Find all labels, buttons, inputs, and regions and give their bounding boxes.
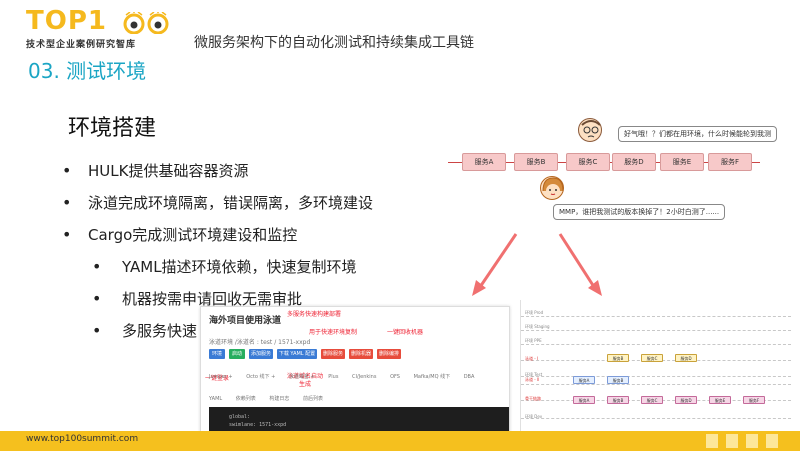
tab-dba[interactable]: DBA bbox=[464, 374, 475, 380]
swimlane-service-box: 服务D bbox=[675, 354, 697, 362]
delete-service-button[interactable]: 删除服务 bbox=[321, 349, 345, 359]
annotation-note: 一键回收机器 bbox=[387, 329, 424, 336]
lane-line bbox=[521, 418, 791, 419]
tab-jumper[interactable]: Jumper + bbox=[209, 374, 233, 380]
code-line: global: bbox=[229, 414, 251, 420]
page-header-title: 微服务架构下的自动化测试和持续集成工具链 bbox=[194, 35, 474, 51]
speech-bubble-bottom: MMP，谁把我测试的版本换掉了！2小时白测了...... bbox=[553, 204, 726, 220]
speech-bubble-top: 好气哦！？们都在用环境，什么时候能轮到我测 bbox=[618, 126, 777, 142]
lane-label: 环境 Prod bbox=[525, 310, 544, 315]
panel-title: 海外项目使用泳道 bbox=[209, 316, 282, 326]
service-box: 服务B bbox=[514, 153, 558, 171]
lane-label: 泳道 - II bbox=[525, 377, 540, 382]
delete-machine-button[interactable]: 删除机器 bbox=[349, 349, 373, 359]
swimlane-service-box: 服务A bbox=[573, 376, 595, 384]
lane-label: 环境 Dev bbox=[525, 414, 543, 419]
swimlane-service-box: 服务E bbox=[709, 396, 731, 404]
panel-subtitle: 泳道环境 /泳道名 : test / 1571-xxpd bbox=[209, 339, 311, 346]
tab-ofs[interactable]: OFS bbox=[390, 374, 400, 380]
lane-line bbox=[521, 376, 791, 377]
delete-orchestration-button[interactable]: 删除编排 bbox=[377, 349, 401, 359]
tab-build-log[interactable]: 构建日志 bbox=[269, 395, 289, 402]
tab-mafka[interactable]: Mafka/MQ 线下 bbox=[414, 373, 451, 380]
swimlane-service-box: 服务A bbox=[573, 396, 595, 404]
avatar-woman bbox=[540, 176, 564, 200]
tab-ci-jenkins[interactable]: CI/Jenkins bbox=[352, 374, 376, 380]
download-yaml-button[interactable]: 下载 YAML 配置 bbox=[277, 349, 317, 359]
swimlane-console-screenshot: 海外项目使用泳道 泳道环境 /泳道名 : test / 1571-xxpd 多服… bbox=[200, 306, 510, 436]
swimlane-service-box: 服务C bbox=[641, 354, 663, 362]
lane-label: 骨干链路 bbox=[525, 396, 541, 401]
code-line: swimlane: 1571-xxpd bbox=[229, 422, 287, 428]
annotation-note: 多服务快速构建部署 bbox=[287, 311, 342, 318]
tab-yaml[interactable]: YAML bbox=[209, 396, 222, 402]
service-box: 服务E bbox=[660, 153, 704, 171]
tab-dependencies[interactable]: 依赖列表 bbox=[236, 395, 256, 402]
footer-url[interactable]: www.top100summit.com bbox=[26, 434, 138, 444]
bullet-item: HULK提供基础容器资源 bbox=[62, 160, 482, 192]
panel-subtab-bar: YAML 依赖列表 构建日志 前后列表 bbox=[209, 395, 335, 402]
swimlane-service-box: 服务B bbox=[607, 396, 629, 404]
service-flow: 服务A 服务B 服务C 服务D 服务E 服务F bbox=[448, 150, 768, 175]
start-button[interactable]: 启动 bbox=[229, 349, 245, 359]
lane-line bbox=[521, 344, 791, 345]
lane-line bbox=[521, 316, 791, 317]
logo-subtitle: 技术型企业案例研究智库 bbox=[26, 40, 137, 50]
lane-line bbox=[521, 384, 791, 385]
lane-label: 环境 Staging bbox=[525, 324, 550, 329]
service-box: 服务F bbox=[708, 153, 752, 171]
env-button[interactable]: 环境 bbox=[209, 349, 225, 359]
red-arrow-right-icon bbox=[558, 233, 602, 296]
section-title: 03. 测试环境 bbox=[28, 59, 147, 83]
add-service-button[interactable]: 添加服务 bbox=[249, 349, 273, 359]
brand-logo: TOP1 技术型企业案例研究智库 bbox=[26, 8, 169, 52]
swimlane-diagram-screenshot: 环境 Prod 环境 Staging 环境 PPE 泳道 - I 环境 Test… bbox=[520, 300, 798, 440]
main-heading: 环境搭建 bbox=[68, 116, 157, 141]
logo-eyes-icon bbox=[123, 12, 169, 34]
avatar-man bbox=[578, 118, 602, 142]
footer-bar: www.top100summit.com bbox=[0, 431, 800, 451]
swimlane-service-box: 服务B bbox=[607, 354, 629, 362]
footer-decoration-icon bbox=[706, 434, 778, 448]
tab-octo[interactable]: Octo 线下 + bbox=[246, 373, 275, 380]
tab-swimlane-domain[interactable]: 泳道域名 + bbox=[289, 373, 315, 380]
swimlane-service-box: 服务C bbox=[641, 396, 663, 404]
swimlane-service-box: 服务B bbox=[607, 376, 629, 384]
tab-plus[interactable]: Plus bbox=[328, 374, 338, 380]
lane-label: 泳道 - I bbox=[525, 356, 539, 361]
swimlane-service-box: 服务F bbox=[743, 396, 765, 404]
service-box: 服务D bbox=[612, 153, 656, 171]
swimlane-service-box: 服务D bbox=[675, 396, 697, 404]
lane-line bbox=[521, 330, 791, 331]
annotation-note: 用于快速环境复制 bbox=[309, 329, 358, 336]
sub-bullet-item: YAML描述环境依赖，快速复制环境 bbox=[62, 256, 482, 288]
panel-tab-bar: Jumper + Octo 线下 + 泳道域名 + Plus CI/Jenkin… bbox=[209, 373, 509, 383]
service-box: 服务C bbox=[566, 153, 610, 171]
tab-list[interactable]: 前后列表 bbox=[303, 395, 323, 402]
bullet-item: Cargo完成测试环境建设和监控 bbox=[62, 224, 482, 256]
bullet-item: 泳道完成环境隔离，错误隔离，多环境建设 bbox=[62, 192, 482, 224]
service-box: 服务A bbox=[462, 153, 506, 171]
lane-label: 环境 PPE bbox=[525, 338, 542, 343]
red-arrow-left-icon bbox=[472, 233, 518, 296]
